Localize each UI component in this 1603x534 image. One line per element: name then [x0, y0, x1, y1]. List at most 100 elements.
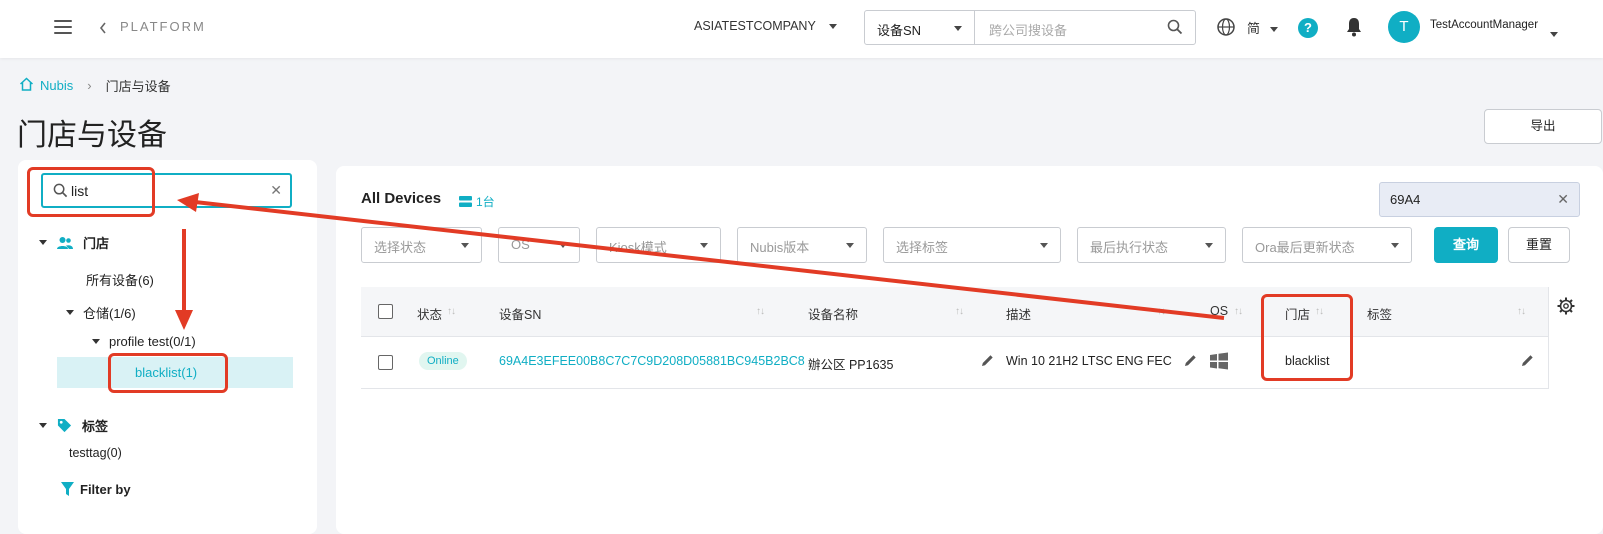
col-sn[interactable]: 设备SN [499, 304, 541, 323]
clear-icon[interactable]: ✕ [270, 182, 282, 199]
search-type-select[interactable]: 设备SN [865, 11, 975, 44]
chevron-down-icon[interactable] [1550, 26, 1558, 41]
sort-icon[interactable]: ↑↓ [756, 306, 765, 317]
chevron-down-icon [700, 243, 708, 248]
annotation-box-store [1261, 294, 1353, 381]
filter-kiosk[interactable]: Kiosk模式 [596, 227, 721, 263]
device-sn-link[interactable]: 69A4E3EFEE00B8C7C7C9D208D05881BC945B2BC8 [499, 354, 805, 368]
tree-node-warehouse[interactable]: 仓储(1/6) [66, 303, 136, 322]
help-icon[interactable]: ? [1298, 18, 1318, 38]
globe-icon[interactable] [1216, 17, 1236, 40]
table-header: 状态 ↑↓ 设备SN ↑↓ 设备名称 ↑↓ 描述 ↑↓ OS ↑↓ 门店 ↑↓ … [361, 287, 1579, 337]
caret-down-icon[interactable] [39, 423, 47, 428]
tree-item-tag[interactable]: testtag(0) [69, 446, 122, 460]
tree-warehouse-label: 仓储(1/6) [83, 306, 136, 321]
filter-nubis-version[interactable]: Nubis版本 [737, 227, 867, 263]
avatar[interactable]: T [1388, 11, 1420, 43]
caret-down-icon[interactable] [92, 339, 100, 344]
edit-description-icon[interactable] [1184, 354, 1197, 370]
search-input[interactable]: 跨公司搜设备 [989, 20, 1067, 39]
language-selector[interactable]: 简 [1247, 18, 1278, 37]
filter-os[interactable]: OS [498, 227, 580, 263]
chevron-left-icon[interactable] [98, 21, 108, 38]
chevron-down-icon [829, 24, 838, 30]
filter-tags[interactable]: 选择标签 [883, 227, 1061, 263]
sort-icon[interactable]: ↑↓ [1517, 306, 1526, 317]
device-count-value: 1台 [476, 195, 495, 209]
breadcrumb-current: 门店与设备 [105, 79, 171, 94]
filter-status-label: 选择状态 [374, 240, 427, 255]
select-all-checkbox[interactable] [378, 304, 393, 319]
annotation-box-selected [108, 353, 228, 393]
quick-search-input[interactable]: 69A4 ✕ [1379, 182, 1580, 217]
tree-node-stores[interactable]: 门店 [39, 233, 109, 252]
filter-nubis-label: Nubis版本 [750, 240, 810, 255]
tree-item-all-devices[interactable]: 所有设备(6) [86, 270, 154, 289]
filter-os-label: OS [511, 237, 530, 252]
edit-tags-icon[interactable] [1521, 354, 1534, 370]
chevron-down-icon [1269, 27, 1278, 33]
row-checkbox[interactable] [378, 355, 393, 370]
users-icon [57, 236, 73, 249]
chevron-down-icon [461, 243, 469, 248]
device-name: 辦公区 PP1635 [808, 358, 894, 372]
sort-icon[interactable]: ↑↓ [1234, 306, 1243, 317]
chevron-down-icon [559, 243, 567, 248]
col-description[interactable]: 描述 [1006, 304, 1031, 323]
search-icon[interactable] [1167, 19, 1183, 38]
menu-icon[interactable] [54, 20, 72, 34]
edit-name-icon[interactable] [981, 354, 994, 370]
gear-icon[interactable] [1557, 297, 1575, 318]
breadcrumb-home[interactable]: Nubis [40, 78, 73, 93]
filter-last-exec-label: 最后执行状态 [1090, 240, 1169, 255]
company-name: ASIATESTCOMPANY [694, 19, 816, 33]
filter-icon [61, 482, 74, 496]
page-title: 门店与设备 [17, 119, 167, 152]
export-button[interactable]: 导出 [1484, 109, 1602, 144]
chevron-down-icon [846, 243, 854, 248]
chevron-right-icon: › [87, 78, 92, 93]
col-name[interactable]: 设备名称 [808, 304, 858, 323]
company-selector[interactable]: ASIATESTCOMPANY [694, 19, 838, 33]
filter-ora-update[interactable]: Ora最后更新状态 [1242, 227, 1412, 263]
col-os[interactable]: OS [1210, 304, 1228, 318]
sort-icon[interactable]: ↑↓ [955, 306, 964, 317]
windows-icon [1209, 352, 1229, 373]
table-row[interactable]: Online 69A4E3EFEE00B8C7C7C9D208D05881BC9… [361, 337, 1579, 389]
language-label: 简 [1247, 21, 1261, 36]
quick-search-value: 69A4 [1390, 192, 1421, 207]
filter-ora-label: Ora最后更新状态 [1255, 240, 1355, 255]
sort-icon[interactable]: ↑↓ [447, 306, 456, 317]
filter-by[interactable]: Filter by [61, 482, 131, 497]
reset-button[interactable]: 重置 [1508, 227, 1570, 263]
home-icon[interactable] [19, 77, 34, 94]
query-button[interactable]: 查询 [1434, 227, 1498, 263]
caret-down-icon[interactable] [66, 310, 74, 315]
caret-down-icon[interactable] [39, 240, 47, 245]
search-type-label: 设备SN [877, 23, 922, 38]
tree-node-tags[interactable]: 标签 [39, 416, 108, 435]
device-search-group: 设备SN 跨公司搜设备 [864, 10, 1196, 45]
device-description: Win 10 21H2 LTSC ENG FEC [1006, 354, 1172, 368]
clear-icon[interactable]: ✕ [1557, 191, 1569, 208]
server-icon [459, 196, 472, 207]
col-status[interactable]: 状态 [417, 304, 442, 323]
filter-status[interactable]: 选择状态 [361, 227, 482, 263]
chevron-down-icon [954, 26, 962, 31]
device-count: 1台 [459, 193, 495, 210]
chevron-down-icon [1391, 243, 1399, 248]
devices-title: All Devices [361, 190, 442, 207]
tree-node-profile[interactable]: profile test(0/1) [92, 334, 196, 349]
user-name[interactable]: TestAccountManager [1430, 19, 1538, 31]
tree-tags-label: 标签 [82, 419, 109, 434]
chevron-down-icon [1040, 243, 1048, 248]
bell-icon[interactable] [1346, 17, 1362, 40]
platform-label[interactable]: PLATFORM [120, 19, 206, 34]
breadcrumb: Nubis › 门店与设备 [19, 76, 171, 95]
filter-last-exec[interactable]: 最后执行状态 [1077, 227, 1226, 263]
sort-icon[interactable]: ↑↓ [1157, 306, 1166, 317]
annotation-box-search [27, 167, 155, 217]
col-tags[interactable]: 标签 [1367, 304, 1392, 323]
filter-by-label: Filter by [80, 482, 131, 497]
tree-stores-label: 门店 [83, 236, 110, 251]
